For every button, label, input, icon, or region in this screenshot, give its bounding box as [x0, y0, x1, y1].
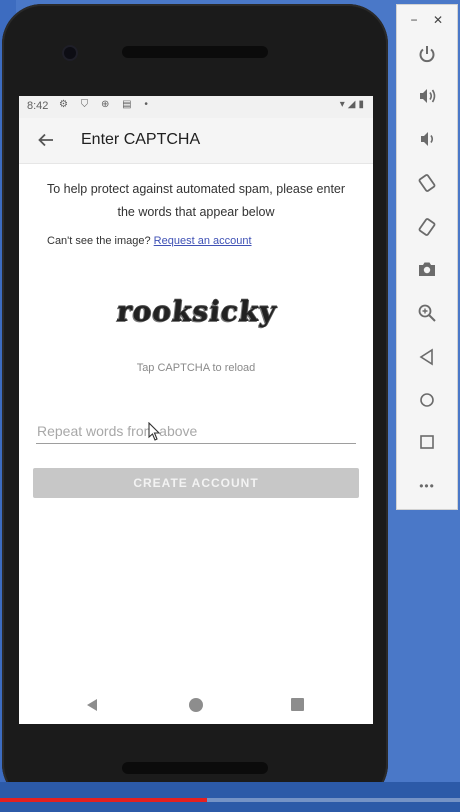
- more-button[interactable]: •••: [416, 475, 438, 497]
- triangle-back-icon[interactable]: [85, 698, 99, 712]
- status-notification-icons: ⚙ ⛉ ⊕ ▤ •: [59, 99, 153, 110]
- square-recents-icon[interactable]: [291, 698, 304, 711]
- volume-up-icon: [420, 89, 436, 103]
- arrow-left-icon: [38, 133, 53, 147]
- close-button[interactable]: ✕: [430, 13, 446, 27]
- rotate-left-button[interactable]: [416, 172, 438, 194]
- volume-down-button[interactable]: [416, 128, 438, 150]
- rotate-right-icon: [418, 218, 436, 236]
- zoom-icon: [418, 304, 436, 322]
- volume-down-icon: [421, 132, 434, 146]
- screenshot-button[interactable]: [416, 258, 438, 280]
- back-button[interactable]: [33, 127, 59, 153]
- status-signal-battery-icons: ▾◢▮: [339, 99, 367, 110]
- bottom-speaker: [122, 762, 268, 774]
- help-prefix: Can't see the image?: [47, 235, 151, 247]
- status-bar: 8:42 ⚙ ⛉ ⊕ ▤ • ▾◢▮: [19, 96, 373, 118]
- rotate-right-button[interactable]: [416, 216, 438, 238]
- overview-icon: [420, 435, 434, 449]
- emulator-overview-button[interactable]: [416, 431, 438, 453]
- zoom-button[interactable]: [416, 302, 438, 324]
- phone-frame: 8:42 ⚙ ⛉ ⊕ ▤ • ▾◢▮ Enter CAPTCHA To help…: [2, 4, 388, 804]
- mouse-cursor-icon: [148, 422, 161, 441]
- camera-icon: [419, 262, 435, 276]
- volume-up-button[interactable]: [416, 85, 438, 107]
- home-icon: [420, 393, 434, 407]
- android-nav-bar: [19, 686, 373, 724]
- minimize-button[interactable]: −: [406, 13, 422, 27]
- power-icon: [419, 46, 435, 63]
- back-icon: [419, 348, 433, 366]
- request-account-link[interactable]: Request an account: [154, 235, 252, 247]
- emulator-control-panel: − ✕ •••: [396, 4, 458, 510]
- captcha-reload-hint: Tap CAPTCHA to reload: [136, 362, 256, 374]
- more-icon: •••: [419, 479, 435, 493]
- emulator-back-button[interactable]: [416, 346, 438, 368]
- create-account-button[interactable]: CREATE ACCOUNT: [33, 468, 359, 498]
- power-button[interactable]: [416, 43, 438, 65]
- app-bar: Enter CAPTCHA: [19, 118, 373, 164]
- page-title: Enter CAPTCHA: [81, 131, 201, 148]
- video-player-bottom: [0, 782, 460, 812]
- help-line: Can't see the image? Request an account: [47, 235, 252, 247]
- top-speaker: [122, 46, 268, 58]
- status-time: 8:42: [27, 100, 49, 112]
- captcha-words-input[interactable]: [36, 418, 356, 444]
- emulator-home-button[interactable]: [416, 389, 438, 411]
- rotate-left-icon: [418, 174, 436, 192]
- front-camera: [64, 47, 76, 59]
- video-progress-bar[interactable]: [0, 798, 460, 802]
- captcha-image[interactable]: rooksicky: [99, 286, 294, 336]
- captcha-instructions: To help protect against automated spam, …: [46, 182, 346, 219]
- captcha-image-text: rooksicky: [114, 294, 279, 328]
- phone-screen: 8:42 ⚙ ⛉ ⊕ ▤ • ▾◢▮ Enter CAPTCHA To help…: [19, 96, 373, 724]
- circle-home-icon[interactable]: [189, 698, 203, 712]
- video-progress-fill: [0, 798, 207, 802]
